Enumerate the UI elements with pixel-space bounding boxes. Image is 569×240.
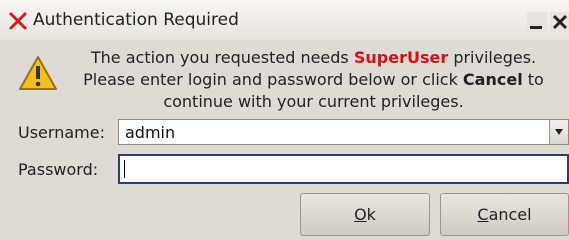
close-icon[interactable] <box>550 12 569 32</box>
message-part: The action you requested needs <box>90 48 354 67</box>
ok-mnemonic: O <box>354 205 367 224</box>
window-title: Authentication Required <box>33 10 239 30</box>
cancel-label-rest: ancel <box>488 205 532 224</box>
username-value: admin <box>125 123 176 142</box>
password-field[interactable] <box>118 154 569 184</box>
username-combobox[interactable]: admin <box>118 119 569 145</box>
message-part: Please enter login and password below or… <box>83 70 463 89</box>
chevron-down-icon <box>555 129 563 135</box>
ok-label-rest: k <box>366 205 376 224</box>
x-icon <box>9 12 27 30</box>
cancel-mnemonic: C <box>477 205 489 224</box>
superuser-highlight: SuperUser <box>353 48 449 67</box>
message-text: The action you requested needs SuperUser… <box>58 47 569 113</box>
ok-button[interactable]: Ok <box>300 193 430 236</box>
minimize-icon[interactable] <box>527 12 547 32</box>
cancel-button[interactable]: Cancel <box>440 193 569 236</box>
message-line-2: Please enter login and password below or… <box>58 69 569 91</box>
text-cursor <box>124 160 125 178</box>
username-label: Username: <box>18 123 105 142</box>
message-line-3: continue with your current privileges. <box>163 92 464 111</box>
message-line-1: The action you requested needs SuperUser… <box>58 47 569 69</box>
password-label: Password: <box>18 160 99 179</box>
message-part: privileges. <box>448 48 537 67</box>
warning-icon <box>19 56 57 90</box>
cancel-mention: Cancel <box>462 70 523 89</box>
dropdown-button[interactable] <box>549 120 568 144</box>
title-bar: Authentication Required <box>0 0 569 40</box>
message-part: to <box>522 70 544 89</box>
